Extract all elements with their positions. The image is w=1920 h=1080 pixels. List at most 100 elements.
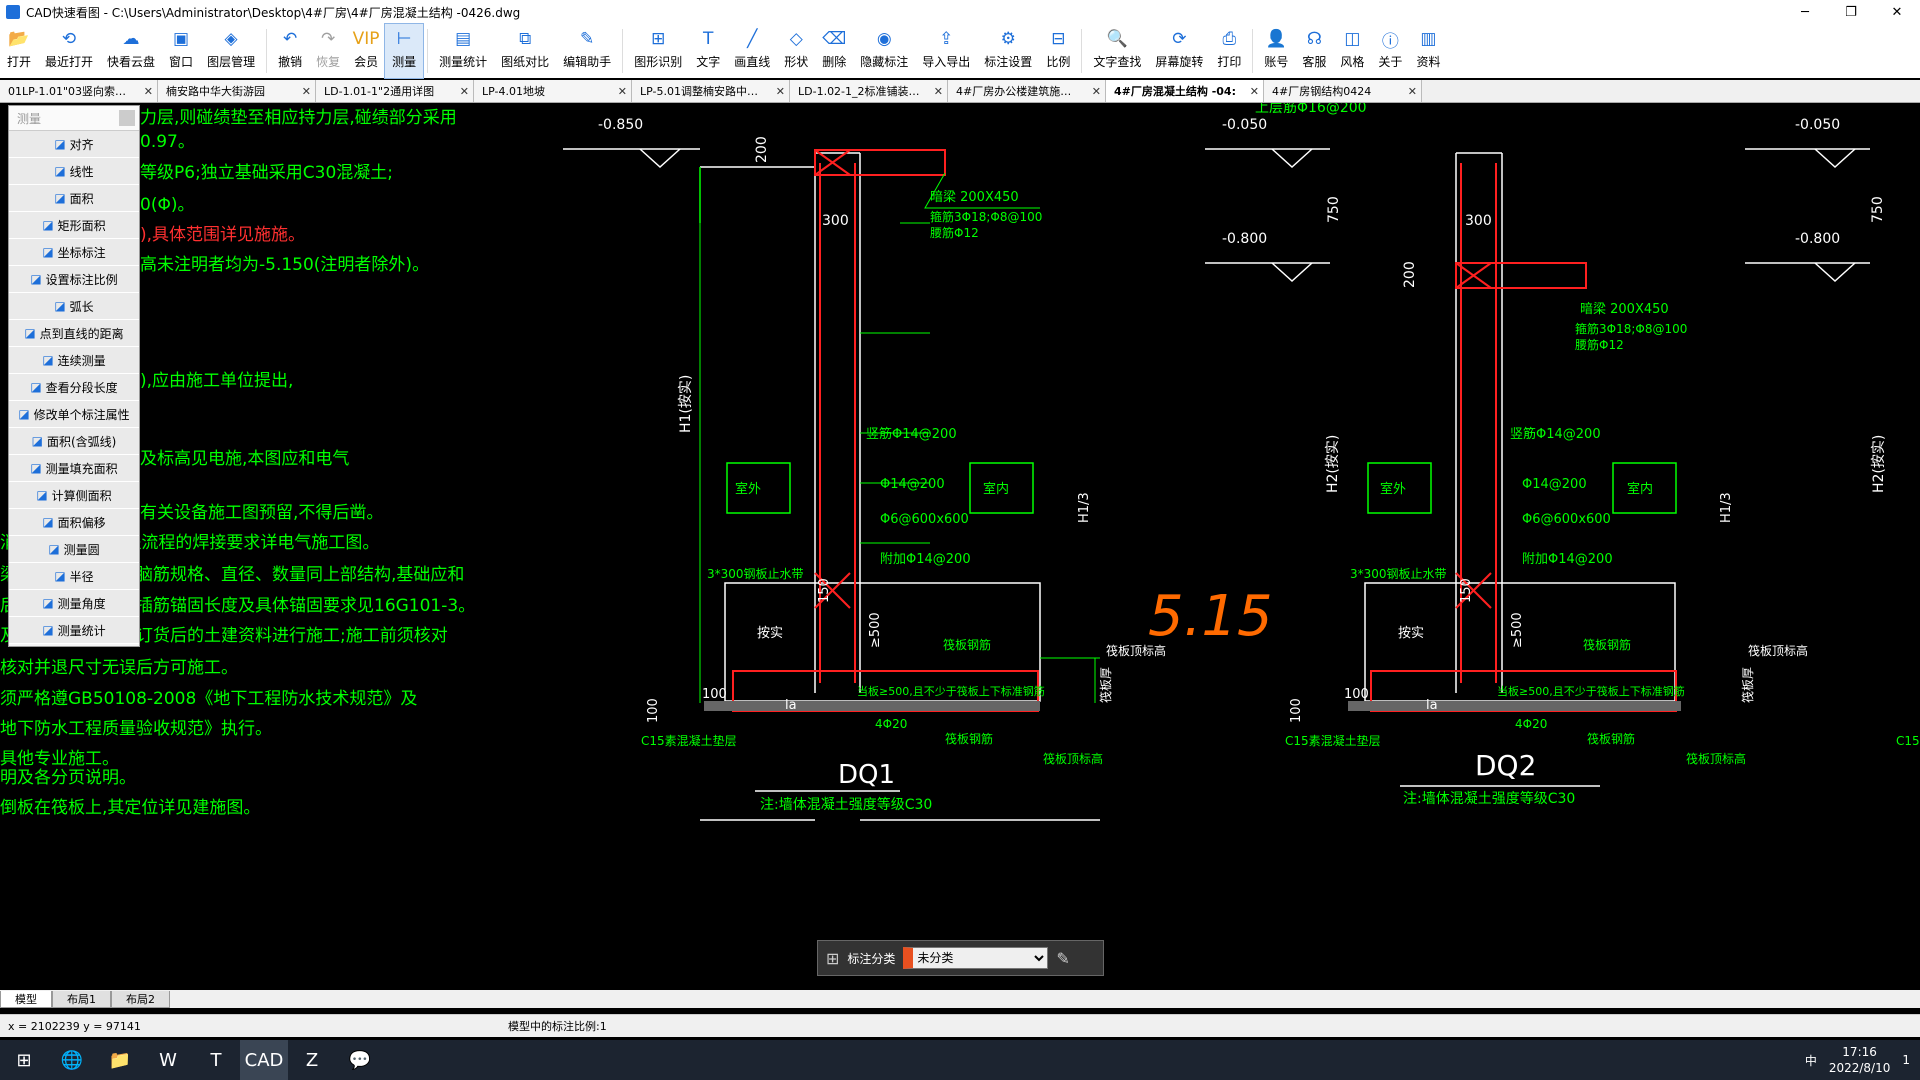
document-tab[interactable]: 4#厂房钢结构0424 ✕ <box>1264 80 1422 102</box>
toolbar-button[interactable]: 🔍 文字查找 <box>1086 24 1148 78</box>
document-tab[interactable]: 01LP-1.01"03竖向索… ✕ <box>0 80 158 102</box>
clock[interactable]: 17:16 2022/8/10 <box>1829 1044 1891 1076</box>
edit-icon[interactable]: ✎ <box>1056 949 1069 968</box>
measure-tool-item[interactable]: ◪ 对齐 <box>9 131 139 158</box>
close-button[interactable]: ✕ <box>1874 0 1920 24</box>
measure-tool-item[interactable]: ◪ 测量统计 <box>9 617 139 644</box>
toolbar-button[interactable]: ◫ 风格 <box>1333 24 1371 78</box>
measure-tool-item[interactable]: ◪ 测量填充面积 <box>9 455 139 482</box>
toolbar-button[interactable]: ▣ 窗口 <box>162 24 200 78</box>
document-tab[interactable]: LP-5.01调整楠安路中… ✕ <box>632 80 790 102</box>
toolbar-button[interactable]: ☁ 快看云盘 <box>100 24 162 78</box>
toolbar-button[interactable]: ▤ 测量统计 <box>432 24 494 78</box>
taskbar-app-icon[interactable]: ⊞ <box>0 1040 48 1080</box>
measure-tool-item[interactable]: ◪ 点到直线的距离 <box>9 320 139 347</box>
tab-close-icon[interactable]: ✕ <box>928 85 943 98</box>
layout-tab[interactable]: 模型 <box>0 990 52 1008</box>
measure-tool-item[interactable]: ◪ 线性 <box>9 158 139 185</box>
toolbar-button[interactable]: ⇪ 导入导出 <box>915 24 977 78</box>
layout-tab[interactable]: 布局1 <box>52 990 111 1008</box>
notification-icon[interactable]: 1 <box>1902 1053 1910 1067</box>
toolbar-label: 撤销 <box>278 55 303 69</box>
measure-tool-item[interactable]: ◪ 面积 <box>9 185 139 212</box>
toolbar-button[interactable]: ⌫ 删除 <box>815 24 853 78</box>
document-tab[interactable]: 楠安路中华大街游园 ✕ <box>158 80 316 102</box>
toolbar-button[interactable]: ↶ 撤销 <box>271 24 309 78</box>
taskbar-app-icon[interactable]: 💬 <box>336 1040 384 1080</box>
toolbar-button[interactable]: ⓘ 关于 <box>1371 24 1409 78</box>
tab-close-icon[interactable]: ✕ <box>1244 85 1259 98</box>
measure-tool-item[interactable]: ◪ 测量圆 <box>9 536 139 563</box>
dq1-title: DQ1 <box>838 760 895 790</box>
toolbar-button[interactable]: ◇ 形状 <box>777 24 815 78</box>
raft-reinf-label-2: 筏板钢筋 <box>945 731 993 746</box>
taskbar-app-icon[interactable]: CAD <box>240 1040 288 1080</box>
toolbar-button[interactable]: ⊟ 比例 <box>1039 24 1077 78</box>
toolbar-button[interactable]: ▥ 资料 <box>1409 24 1447 78</box>
annotation-category-select[interactable]: 未分类 <box>903 947 1049 969</box>
document-tab[interactable]: LD-1.02-1_2标准铺装… ✕ <box>790 80 948 102</box>
toolbar-button[interactable]: ╱ 画直线 <box>727 24 777 78</box>
measure-tool-item[interactable]: ◪ 坐标标注 <box>9 239 139 266</box>
toolbar-button[interactable]: ✎ 编辑助手 <box>556 24 618 78</box>
measure-tool-item[interactable]: ◪ 半径 <box>9 563 139 590</box>
toolbar-label: 编辑助手 <box>563 55 612 69</box>
measure-tool-item[interactable]: ◪ 连续测量 <box>9 347 139 374</box>
toolbar-button[interactable]: ⟳ 屏幕旋转 <box>1148 24 1210 78</box>
measure-tool-item[interactable]: ◪ 测量角度 <box>9 590 139 617</box>
toolbar-button[interactable]: T 文字 <box>689 24 727 78</box>
taskbar-app-icon[interactable]: T <box>192 1040 240 1080</box>
toolbar-button[interactable]: ◈ 图层管理 <box>200 24 262 78</box>
taskbar-app-icon[interactable]: W <box>144 1040 192 1080</box>
toolbar-button[interactable]: 👤 账号 <box>1257 24 1295 78</box>
document-tab[interactable]: 4#厂房办公楼建筑施… ✕ <box>948 80 1106 102</box>
toolbar-button[interactable]: ⊞ 图形识别 <box>627 24 689 78</box>
toolbar-separator <box>622 29 624 73</box>
window-title: CAD快速看图 - C:\Users\Administrator\Desktop… <box>26 5 521 20</box>
taskbar-app-icon[interactable]: 🌐 <box>48 1040 96 1080</box>
measure-tool-item[interactable]: ◪ 矩形面积 <box>9 212 139 239</box>
document-tabs: 01LP-1.01"03竖向索… ✕ 楠安路中华大街游园 ✕ LD-1.01-1"2通用… <box>0 80 1920 103</box>
tab-close-icon[interactable]: ✕ <box>296 85 311 98</box>
toolbar-button[interactable]: ☊ 客服 <box>1295 24 1333 78</box>
toolbar-button[interactable]: ◉ 隐藏标注 <box>853 24 915 78</box>
toolbar-button[interactable]: ⚙ 标注设置 <box>977 24 1039 78</box>
toolbar-button[interactable]: ⟲ 最近打开 <box>38 24 100 78</box>
toolbar-button[interactable]: ⊢ 测量 <box>384 23 425 79</box>
toolbar-button[interactable]: ⧉ 图纸对比 <box>494 24 556 78</box>
measure-tool-label: 测量角度 <box>57 596 106 611</box>
measure-tool-label: 线性 <box>69 164 94 179</box>
toolbar-button[interactable]: ↷ 恢复 <box>309 24 347 78</box>
toolbar-icon: ☁ <box>122 29 140 49</box>
measure-tool-item[interactable]: ◪ 面积偏移 <box>9 509 139 536</box>
maximize-button[interactable]: ❐ <box>1828 0 1874 24</box>
toolbar-button[interactable]: 📂 打开 <box>0 24 38 78</box>
toolbar-button[interactable]: ⎙ 打印 <box>1210 24 1248 78</box>
document-tab[interactable]: 4#厂房混凝土结构 -04: ✕ <box>1106 80 1264 102</box>
taskbar-app-icon[interactable]: 📁 <box>96 1040 144 1080</box>
measure-tool-item[interactable]: ◪ 修改单个标注属性 <box>9 401 139 428</box>
taskbar-app-icon[interactable]: Z <box>288 1040 336 1080</box>
layout-tab[interactable]: 布局2 <box>111 990 170 1008</box>
document-tab[interactable]: LD-1.01-1"2通用详图 ✕ <box>316 80 474 102</box>
grid-icon[interactable]: ⊞ <box>826 949 839 968</box>
title-bar: CAD快速看图 - C:\Users\Administrator\Desktop… <box>0 0 1920 24</box>
document-tab[interactable]: LP-4.01地坡 ✕ <box>474 80 632 102</box>
minimize-button[interactable]: ─ <box>1782 0 1828 24</box>
drawing-canvas[interactable]: 力层,则碰绩垫至相应持力层,碰绩部分采用 0.97。 等级P6;独立基础采用C30混… <box>0 103 1920 990</box>
toolbar-button[interactable]: VIP 会员 <box>347 24 385 78</box>
measure-tool-item[interactable]: ◪ 计算侧面积 <box>9 482 139 509</box>
tab-close-icon[interactable]: ✕ <box>770 85 785 98</box>
measure-tool-item[interactable]: ◪ 面积(含弧线) <box>9 428 139 455</box>
tab-close-icon[interactable]: ✕ <box>454 85 469 98</box>
tab-close-icon[interactable]: ✕ <box>1086 85 1101 98</box>
measure-tool-item[interactable]: ◪ 弧长 <box>9 293 139 320</box>
measure-panel-close-icon[interactable] <box>119 110 135 126</box>
waterstop-label: 3*300钢板止水带 <box>707 567 804 581</box>
ime-indicator[interactable]: 中 <box>1805 1052 1817 1069</box>
tab-close-icon[interactable]: ✕ <box>1402 85 1417 98</box>
measure-tool-item[interactable]: ◪ 查看分段长度 <box>9 374 139 401</box>
measure-tool-item[interactable]: ◪ 设置标注比例 <box>9 266 139 293</box>
tab-close-icon[interactable]: ✕ <box>612 85 627 98</box>
tab-close-icon[interactable]: ✕ <box>138 85 153 98</box>
